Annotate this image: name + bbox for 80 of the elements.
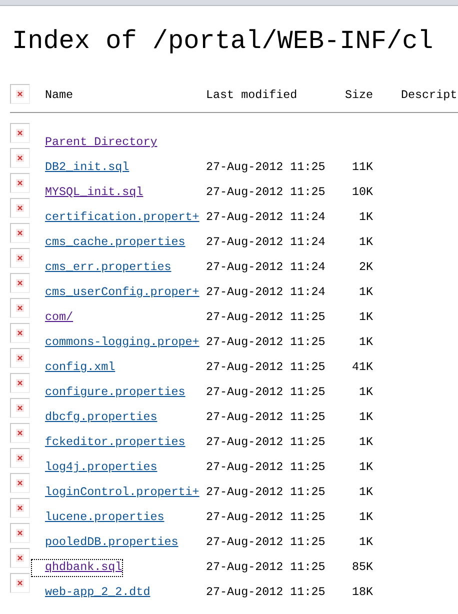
file-size: 10K	[350, 185, 373, 201]
broken-image-icon	[10, 423, 30, 443]
file-link[interactable]: MYSQL_init.sql	[32, 185, 144, 201]
file-link[interactable]: certification.propert+	[32, 210, 200, 226]
file-size: 1K	[358, 485, 373, 501]
modified-date: 27-Aug-2012 11:24	[206, 260, 326, 276]
file-size: 85K	[350, 560, 373, 576]
page-title: Index of /portal/WEB-INF/cl	[12, 28, 434, 54]
file-size: 11K	[350, 160, 373, 176]
modified-date: 27-Aug-2012 11:24	[206, 210, 326, 226]
file-link[interactable]: DB2_init.sql	[32, 160, 130, 176]
file-size: 1K	[358, 460, 373, 476]
file-size: 1K	[358, 435, 373, 451]
file-link[interactable]: commons-logging.prope+	[32, 335, 200, 351]
file-size: 1K	[358, 310, 373, 326]
modified-date: 27-Aug-2012 11:25	[206, 560, 326, 576]
modified-date: 27-Aug-2012 11:25	[206, 535, 326, 551]
modified-date: 27-Aug-2012 11:25	[206, 485, 326, 501]
broken-image-icon	[10, 123, 30, 143]
file-size: 1K	[358, 535, 373, 551]
file-size: 18K	[350, 585, 373, 601]
broken-image-icon	[10, 448, 30, 468]
broken-image-icon	[10, 473, 30, 493]
broken-image-icon	[10, 523, 30, 543]
file-size: 1K	[358, 285, 373, 301]
column-header: Size	[344, 90, 373, 104]
modified-date: 27-Aug-2012 11:25	[206, 510, 326, 526]
file-link[interactable]: cms_userConfig.proper+	[32, 285, 200, 301]
broken-image-icon	[10, 148, 30, 168]
broken-image-icon	[10, 498, 30, 518]
broken-image-icon	[10, 298, 30, 318]
file-link[interactable]: web-app_2_2.dtd	[32, 585, 150, 601]
file-size: 1K	[358, 410, 373, 426]
file-size: 1K	[358, 335, 373, 351]
column-header: Name	[45, 90, 74, 104]
modified-date: 27-Aug-2012 11:25	[206, 585, 326, 601]
modified-date: 27-Aug-2012 11:24	[206, 235, 326, 251]
modified-date: 27-Aug-2012 11:25	[206, 435, 326, 451]
file-link[interactable]: lucene.properties	[32, 510, 164, 526]
modified-date: 27-Aug-2012 11:24	[206, 285, 326, 301]
file-link[interactable]: cms_err.properties	[32, 260, 172, 276]
modified-date: 27-Aug-2012 11:25	[206, 185, 326, 201]
file-link[interactable]: dbcfg.properties	[32, 410, 158, 426]
file-link[interactable]: log4j.properties	[32, 460, 158, 476]
broken-image-icon	[10, 173, 30, 193]
file-link[interactable]: config.xml	[32, 360, 116, 376]
file-link[interactable]: com/	[32, 310, 74, 326]
modified-date: 27-Aug-2012 11:25	[206, 160, 326, 176]
modified-date: 27-Aug-2012 11:25	[206, 360, 326, 376]
file-size: 2K	[358, 260, 373, 276]
file-link[interactable]: loginControl.properti+	[32, 485, 200, 501]
broken-image-icon	[10, 348, 30, 368]
file-size: 1K	[358, 385, 373, 401]
file-link[interactable]: qhdbank.sql	[32, 560, 122, 576]
modified-date: 27-Aug-2012 11:25	[206, 385, 326, 401]
broken-image-icon	[10, 248, 30, 268]
modified-date: 27-Aug-2012 11:25	[206, 335, 326, 351]
column-header: Descript	[400, 90, 458, 104]
broken-image-icon	[10, 323, 30, 343]
broken-image-icon	[10, 198, 30, 218]
modified-date: 27-Aug-2012 11:25	[206, 410, 326, 426]
file-link[interactable]: fckeditor.properties	[32, 435, 186, 451]
broken-image-icon	[10, 398, 30, 418]
column-header: Last modified	[206, 90, 298, 104]
file-size: 1K	[358, 210, 373, 226]
file-link[interactable]: Parent Directory	[32, 135, 158, 151]
modified-date: 27-Aug-2012 11:25	[206, 310, 326, 326]
file-size: 1K	[358, 235, 373, 251]
file-link[interactable]: pooledDB.properties	[32, 535, 178, 551]
file-size: 41K	[350, 360, 373, 376]
broken-image-icon	[10, 548, 30, 568]
broken-image-icon	[10, 84, 30, 104]
modified-date: 27-Aug-2012 11:25	[206, 460, 326, 476]
broken-image-icon	[10, 223, 30, 243]
broken-image-icon	[10, 573, 30, 593]
file-link[interactable]: cms_cache.properties	[32, 235, 186, 251]
broken-image-icon	[10, 273, 30, 293]
file-link[interactable]: configure.properties	[32, 385, 186, 401]
file-size: 1K	[358, 510, 373, 526]
broken-image-icon	[10, 373, 30, 393]
